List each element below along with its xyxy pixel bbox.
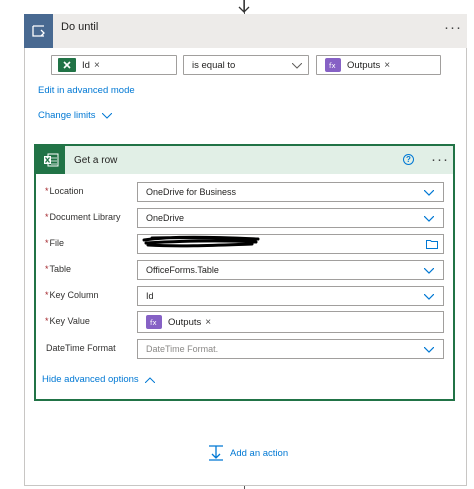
hide-advanced-options-link[interactable]: Hide advanced options	[42, 374, 155, 385]
remove-token-icon[interactable]: ×	[94, 60, 100, 71]
table-value: OfficeForms.Table	[146, 265, 219, 275]
hide-advanced-label: Hide advanced options	[42, 374, 139, 385]
outputs-token: fx Outputs ×	[146, 315, 212, 329]
condition-right-field[interactable]: fx Outputs ×	[316, 55, 441, 75]
location-value: OneDrive for Business	[146, 187, 237, 197]
edit-advanced-mode-link[interactable]: Edit in advanced mode	[38, 85, 135, 96]
operator-value: is equal to	[192, 59, 236, 71]
chevron-down-icon	[424, 268, 434, 274]
expression-icon: fx	[146, 315, 162, 329]
key-column-label: *Key Column	[45, 290, 99, 300]
table-select[interactable]: OfficeForms.Table	[137, 260, 444, 280]
remove-token-icon[interactable]: ×	[205, 317, 211, 328]
document-library-select[interactable]: OneDrive	[137, 208, 444, 228]
help-circle-icon[interactable]: ?	[403, 154, 414, 165]
file-label: *File	[45, 238, 65, 248]
chevron-down-icon	[292, 63, 302, 69]
condition-left-field[interactable]: Id ×	[51, 55, 177, 75]
chevron-up-icon	[144, 376, 155, 383]
get-a-row-title: Get a row	[74, 155, 118, 166]
more-options-icon[interactable]: ···	[431, 152, 449, 167]
key-column-value: Id	[146, 291, 154, 301]
excel-icon	[58, 58, 76, 72]
chevron-down-icon	[424, 190, 434, 196]
change-limits-label: Change limits	[38, 110, 96, 121]
folder-icon[interactable]	[426, 239, 438, 249]
key-column-select[interactable]: Id	[137, 286, 444, 306]
more-options-icon[interactable]: ···	[444, 20, 462, 35]
key-value-input[interactable]: fx Outputs ×	[137, 311, 444, 333]
document-library-label: *Document Library	[45, 212, 121, 222]
do-until-icon	[24, 14, 53, 48]
remove-token-icon[interactable]: ×	[384, 60, 390, 71]
condition-operator-select[interactable]: is equal to	[183, 55, 309, 75]
add-action-icon	[209, 445, 223, 461]
datetime-format-select[interactable]: DateTime Format.	[137, 339, 444, 359]
location-label: *Location	[45, 186, 84, 196]
datetime-format-label: DateTime Format	[46, 343, 116, 353]
document-library-value: OneDrive	[146, 213, 185, 223]
svg-text:fx: fx	[329, 62, 336, 70]
id-token-label: Id	[82, 59, 90, 71]
expression-icon: fx	[325, 58, 341, 72]
chevron-down-icon	[424, 216, 434, 222]
do-until-title: Do until	[61, 21, 99, 33]
add-an-action-label: Add an action	[230, 447, 289, 459]
change-limits-link[interactable]: Change limits	[38, 110, 112, 121]
arrow-down-icon	[238, 0, 250, 13]
outputs-token-label: Outputs	[168, 316, 202, 328]
chevron-down-icon	[424, 347, 434, 353]
table-label: *Table	[45, 264, 72, 274]
chevron-down-icon	[101, 112, 112, 119]
chevron-down-icon	[424, 294, 434, 300]
excel-icon	[36, 146, 65, 174]
location-select[interactable]: OneDrive for Business	[137, 182, 444, 202]
svg-text:fx: fx	[150, 319, 157, 327]
datetime-format-placeholder: DateTime Format.	[146, 344, 219, 354]
outputs-token-label: Outputs	[347, 59, 381, 71]
key-value-label: *Key Value	[45, 316, 90, 326]
redaction-scribble	[142, 235, 260, 248]
add-an-action-button[interactable]: Add an action	[208, 444, 288, 462]
